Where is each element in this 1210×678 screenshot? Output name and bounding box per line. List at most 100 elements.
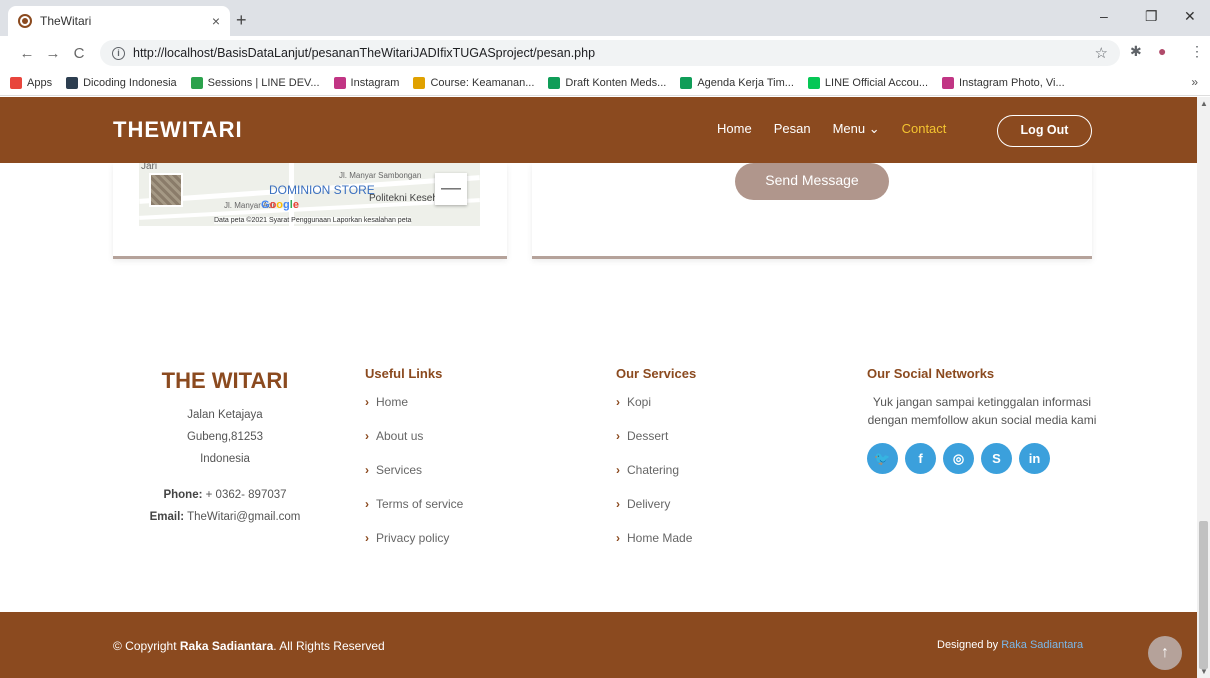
map-street-label: Jari bbox=[141, 163, 158, 172]
instagram-icon[interactable]: ◎ bbox=[943, 443, 974, 474]
main-nav: Home Pesan Menu ⌄ Contact bbox=[717, 121, 968, 137]
service-link-label: Home Made bbox=[627, 531, 693, 545]
social-title: Our Social Networks bbox=[867, 366, 995, 381]
bookmark-icon bbox=[66, 76, 79, 89]
more-menu-icon[interactable]: ⋮ bbox=[1190, 43, 1204, 60]
social-description: Yuk jangan sampai ketinggalan informasi … bbox=[867, 395, 1097, 427]
skype-icon[interactable]: S bbox=[981, 443, 1012, 474]
service-link-label: Delivery bbox=[627, 497, 671, 511]
forward-icon[interactable]: → bbox=[40, 45, 66, 62]
service-link[interactable]: › Chatering bbox=[616, 463, 696, 497]
useful-link[interactable]: › Services bbox=[365, 463, 463, 497]
minimize-icon[interactable]: – bbox=[1100, 8, 1108, 24]
useful-link-label: Privacy policy bbox=[376, 531, 450, 545]
profile-avatar-icon[interactable]: ● bbox=[1158, 43, 1166, 59]
map-satellite-thumbnail[interactable] bbox=[149, 173, 183, 207]
page-viewport: THEWITARI Home Pesan Menu ⌄ Contact Log Out… bbox=[0, 97, 1197, 678]
scroll-up-icon[interactable]: ▲ bbox=[1200, 99, 1208, 108]
chevron-right-icon: › bbox=[616, 429, 620, 443]
close-window-icon[interactable]: ✕ bbox=[1184, 8, 1196, 25]
bookmarks-overflow-icon[interactable]: » bbox=[1191, 75, 1198, 89]
service-link[interactable]: › Dessert bbox=[616, 429, 696, 463]
chevron-right-icon: › bbox=[616, 497, 620, 511]
footer-top: THE WITARI Jalan Ketajaya Gubeng,81253 I… bbox=[0, 352, 1197, 612]
designer-link[interactable]: Raka Sadiantara bbox=[1001, 639, 1083, 651]
service-link[interactable]: › Delivery bbox=[616, 497, 696, 531]
bookmark-item[interactable]: Sessions | LINE DEV... bbox=[190, 76, 320, 89]
service-link[interactable]: › Home Made bbox=[616, 531, 696, 565]
bookmark-icon bbox=[807, 76, 820, 89]
useful-link[interactable]: › Home bbox=[365, 395, 463, 429]
extensions-icon[interactable]: ✱ bbox=[1130, 43, 1142, 60]
footer-brand: THE WITARI Jalan Ketajaya Gubeng,81253 I… bbox=[135, 366, 315, 528]
facebook-icon[interactable]: f bbox=[905, 443, 936, 474]
service-link-label: Dessert bbox=[627, 429, 669, 443]
back-icon[interactable]: ← bbox=[14, 45, 40, 62]
nav-item-home[interactable]: Home bbox=[717, 121, 752, 137]
footer-brand-name: THE WITARI bbox=[161, 368, 289, 393]
back-to-top-button[interactable]: ↑ bbox=[1148, 636, 1182, 670]
useful-link[interactable]: › Terms of service bbox=[365, 497, 463, 531]
site-info-icon[interactable]: i bbox=[112, 46, 125, 60]
chevron-right-icon: › bbox=[365, 531, 369, 545]
url-text: http://localhost/BasisDataLanjut/pesanan… bbox=[133, 46, 596, 60]
bookmark-item[interactable]: Course: Keamanan... bbox=[413, 76, 535, 89]
scroll-down-icon[interactable]: ▼ bbox=[1200, 667, 1208, 676]
browser-tab[interactable]: TheWitari × bbox=[8, 6, 230, 36]
address-bar[interactable]: i http://localhost/BasisDataLanjut/pesan… bbox=[100, 40, 1120, 66]
linkedin-icon[interactable]: in bbox=[1019, 443, 1050, 474]
bookmark-star-icon[interactable]: ☆ bbox=[1095, 44, 1108, 62]
send-message-button[interactable]: Send Message bbox=[735, 163, 889, 200]
map-zoom-out-button[interactable]: — bbox=[435, 173, 467, 205]
chevron-right-icon: › bbox=[365, 497, 369, 511]
social-column: Our Social Networks Yuk jangan sampai ke… bbox=[867, 366, 1097, 474]
bookmark-label: Instagram bbox=[350, 76, 400, 89]
service-link-label: Chatering bbox=[627, 463, 680, 477]
nav-item-menu[interactable]: Menu ⌄ bbox=[833, 121, 880, 137]
useful-link[interactable]: › About us bbox=[365, 429, 463, 463]
bookmark-label: LINE Official Accou... bbox=[824, 76, 929, 89]
bookmark-item[interactable]: Apps bbox=[10, 76, 53, 89]
map-attribution: Data peta ©2021 Syarat Penggunaan Lapork… bbox=[214, 217, 412, 224]
bookmark-item[interactable]: Instagram Photo, Vi... bbox=[942, 76, 1065, 89]
bookmark-label: Sessions | LINE DEV... bbox=[207, 76, 320, 89]
chevron-right-icon: › bbox=[365, 463, 369, 477]
footer-bottom: © Copyright Raka Sadiantara. All Rights … bbox=[0, 612, 1197, 678]
bookmark-icon bbox=[333, 76, 346, 89]
bookmark-item[interactable]: Instagram bbox=[333, 76, 400, 89]
email-line: Email: TheWitari@gmail.com bbox=[149, 511, 301, 523]
bookmark-item[interactable]: LINE Official Accou... bbox=[807, 76, 929, 89]
useful-link[interactable]: › Privacy policy bbox=[365, 531, 463, 565]
bookmark-item[interactable]: Agenda Kerja Tim... bbox=[680, 76, 794, 89]
useful-links-column: Useful Links › Home › About us › Services › Ter… bbox=[365, 366, 463, 565]
bookmark-item[interactable]: Dicoding Indonesia bbox=[66, 76, 177, 89]
site-logo[interactable]: THEWITARI bbox=[113, 117, 243, 143]
useful-link-label: Home bbox=[376, 395, 409, 409]
bookmark-label: Agenda Kerja Tim... bbox=[697, 76, 794, 89]
bookmark-item[interactable]: Draft Konten Meds... bbox=[548, 76, 666, 89]
service-link-label: Kopi bbox=[627, 395, 652, 409]
scroll-thumb[interactable] bbox=[1199, 521, 1208, 669]
bookmark-label: Instagram Photo, Vi... bbox=[959, 76, 1065, 89]
useful-link-label: Services bbox=[376, 463, 423, 477]
embedded-map[interactable]: Jl. Manyar Sambongan Jl. Manyar Adi Jari… bbox=[139, 163, 480, 226]
bookmark-label: Course: Keamanan... bbox=[430, 76, 535, 89]
social-icons: 🐦 f ◎ Sin bbox=[867, 443, 1097, 474]
service-link[interactable]: › Kopi bbox=[616, 395, 696, 429]
page-scrollbar[interactable]: ▲ ▼ bbox=[1197, 97, 1210, 678]
bookmarks-bar: Apps Dicoding Indonesia Sessions | LINE DE… bbox=[0, 70, 1210, 96]
nav-item-contact[interactable]: Contact bbox=[902, 121, 947, 137]
reload-icon[interactable]: C bbox=[66, 45, 92, 62]
new-tab-icon[interactable]: + bbox=[236, 10, 247, 31]
chevron-right-icon: › bbox=[365, 429, 369, 443]
tab-close-icon[interactable]: × bbox=[212, 13, 220, 29]
phone-line: Phone: + 0362- 897037 bbox=[163, 489, 287, 501]
twitter-icon[interactable]: 🐦 bbox=[867, 443, 898, 474]
logout-button[interactable]: Log Out bbox=[997, 115, 1092, 147]
site-favicon-icon bbox=[18, 14, 32, 28]
bookmark-label: Apps bbox=[27, 76, 53, 89]
nav-item-pesan[interactable]: Pesan bbox=[774, 121, 811, 137]
maximize-icon[interactable]: ❐ bbox=[1145, 8, 1158, 25]
bookmark-icon bbox=[190, 76, 203, 89]
useful-links-title: Useful Links bbox=[365, 366, 443, 381]
